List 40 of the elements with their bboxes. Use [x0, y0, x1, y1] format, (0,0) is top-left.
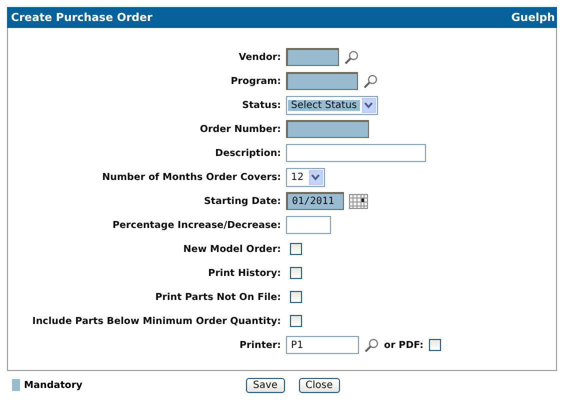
text-field[interactable] — [286, 216, 331, 234]
field-label: Include Parts Below Minimum Order Quantity: — [31, 316, 281, 326]
text-field[interactable] — [286, 48, 339, 66]
field-label: Percentage Increase/Decrease: — [111, 220, 281, 230]
checkbox[interactable] — [290, 315, 302, 327]
printer-field[interactable]: P1 — [286, 336, 359, 354]
field-label: Print Parts Not On File: — [154, 292, 281, 302]
text-field[interactable] — [286, 120, 369, 138]
field-label: Printer: — [238, 340, 281, 350]
search-icon[interactable] — [344, 50, 359, 64]
close-button[interactable]: Close — [298, 378, 340, 392]
search-icon[interactable] — [364, 338, 379, 352]
field-label: Starting Date: — [203, 196, 281, 206]
dropdown[interactable]: Select Status — [286, 96, 378, 114]
pdf-label: or PDF: — [384, 340, 424, 350]
text-field[interactable] — [286, 72, 358, 90]
field-label: Description: — [214, 148, 281, 158]
field-label: Status: — [241, 100, 281, 110]
legend-label: Mandatory — [24, 380, 84, 390]
window-title: Create Purchase Order — [11, 11, 152, 24]
save-button[interactable]: Save — [246, 378, 285, 392]
location-label: Guelph — [511, 11, 555, 24]
field-label: Program: — [230, 76, 281, 86]
search-icon[interactable] — [363, 74, 378, 88]
field-label: Vendor: — [238, 52, 281, 62]
field-label: Print History: — [207, 268, 281, 278]
calendar-icon[interactable] — [349, 194, 368, 208]
chevron-down-icon — [311, 174, 320, 180]
mandatory-swatch — [12, 379, 20, 391]
dropdown[interactable]: 12 — [286, 168, 325, 186]
field-label: New Model Order: — [182, 244, 281, 254]
text-field[interactable] — [286, 144, 426, 162]
date-field[interactable]: 01/2011 — [286, 192, 344, 210]
checkbox[interactable] — [290, 243, 302, 255]
checkbox[interactable] — [290, 267, 302, 279]
checkbox[interactable] — [290, 291, 302, 303]
field-label: Number of Months Order Covers: — [101, 172, 281, 182]
field-label: Order Number: — [198, 124, 281, 134]
chevron-down-icon — [364, 102, 374, 108]
pdf-checkbox[interactable] — [428, 339, 441, 351]
